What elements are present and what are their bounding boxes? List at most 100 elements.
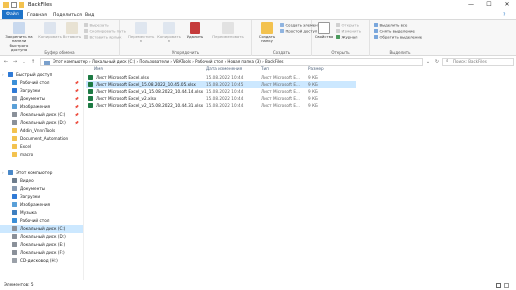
sidebar-item[interactable]: Локальный диск (C:) 📌	[12, 111, 82, 119]
sidebar-item[interactable]: Локальный диск (C:)	[0, 225, 83, 233]
open-group: Свойства Открыть Изменить Журнал Открыть	[312, 20, 370, 56]
pin-icon[interactable]: 📌	[75, 119, 79, 127]
sidebar-item[interactable]: CD-дисковод (H:)	[12, 257, 82, 265]
edit-button[interactable]: Изменить	[336, 29, 361, 34]
minimize-button[interactable]: —	[462, 0, 480, 10]
recent-locations-icon[interactable]: ⌄	[20, 58, 28, 66]
tab-file[interactable]: Файл	[2, 10, 23, 19]
sidebar-item[interactable]: Загрузки	[12, 193, 82, 201]
sidebar-item[interactable]: Локальный диск (D:)	[12, 233, 82, 241]
paste-button[interactable]: Вставить	[62, 22, 82, 39]
sidebar-item[interactable]: macro	[12, 151, 82, 159]
expand-chevron-icon[interactable]: ›	[2, 71, 4, 79]
create-group: Создать папку Создать элемент Простой до…	[252, 20, 320, 56]
select-none-button[interactable]: Снять выделение	[374, 29, 415, 34]
rename-button[interactable]: Переименовать	[208, 22, 248, 39]
pin-icon[interactable]: 📌	[75, 103, 79, 111]
back-arrow-icon[interactable]: ←	[2, 58, 10, 66]
column-header-size[interactable]: Размер	[308, 66, 324, 71]
cut-button[interactable]: Вырезать	[84, 23, 109, 28]
column-header-type[interactable]: Тип	[261, 66, 269, 71]
sidebar-item[interactable]: Этот компьютер ›	[2, 169, 82, 177]
pin-icon[interactable]: 📌	[75, 95, 79, 103]
file-row[interactable]: Лист Microsoft Excel.xlsx 15.08.2022 10:4…	[86, 74, 356, 81]
folder-icon	[12, 136, 17, 141]
copy-label: Копировать	[38, 34, 62, 39]
scissors-icon	[84, 23, 88, 27]
status-item-count: Элементов: 5	[4, 282, 34, 287]
sidebar-item-label: Локальный диск (F:)	[20, 250, 65, 255]
delete-button[interactable]: Удалить	[184, 22, 206, 39]
file-list: Имя Дата изменения Тип Размер Лист Micro…	[86, 62, 516, 280]
copy-button[interactable]: Копировать	[38, 22, 62, 39]
move-to-button[interactable]: Переместить в	[128, 22, 154, 44]
close-button[interactable]: ✕	[498, 0, 516, 10]
sidebar-item[interactable]: Addin_VnnnTools	[12, 127, 82, 135]
paste-shortcut-icon	[84, 35, 88, 39]
history-icon	[336, 35, 340, 39]
sidebar-item[interactable]: Локальный диск (E:)	[12, 241, 82, 249]
forward-arrow-icon[interactable]: →	[11, 58, 19, 66]
file-row[interactable]: Лист Microsoft Excel_v2_15.08.2022_10.44…	[86, 102, 356, 109]
file-row[interactable]: Лист Microsoft Excel_15.08.2022_10.45.05…	[86, 81, 356, 88]
sidebar-item[interactable]: Документы 📌	[12, 95, 82, 103]
sidebar-item[interactable]: Рабочий стол 📌	[12, 79, 82, 87]
folder-icon	[12, 152, 17, 157]
details-view-icon[interactable]	[496, 282, 501, 288]
copy-to-button[interactable]: Копировать в	[156, 22, 182, 44]
column-header-date[interactable]: Дата изменения	[206, 66, 242, 71]
drive-icon	[12, 112, 17, 117]
new-folder-button[interactable]: Создать папку	[256, 22, 278, 44]
select-all-button[interactable]: Выделить все	[374, 23, 407, 28]
up-arrow-icon[interactable]: ↑	[29, 58, 37, 66]
sidebar-item[interactable]: Document_Automation	[12, 135, 82, 143]
file-size: 9 КБ	[308, 103, 318, 108]
sidebar-item-label: Загрузки	[20, 88, 41, 93]
sidebar-item[interactable]: Видео	[12, 177, 82, 185]
pictures-icon	[12, 202, 17, 207]
pin-icon[interactable]: 📌	[75, 111, 79, 119]
new-folder-icon[interactable]	[19, 1, 24, 8]
history-button[interactable]: Журнал	[336, 35, 357, 40]
select-none-label: Снять выделение	[379, 28, 415, 34]
file-date: 15.08.2022 10:44	[206, 103, 244, 108]
expand-chevron-icon[interactable]: ›	[2, 169, 4, 177]
sidebar-item[interactable]: Рабочий стол	[12, 217, 82, 225]
pin-quick-access-button[interactable]: Закрепить на панели быстрого доступа	[2, 22, 36, 53]
sidebar-item[interactable]: Локальный диск (D:) 📌	[12, 119, 82, 127]
folder-icon	[3, 1, 9, 8]
help-icon[interactable]: ?	[500, 12, 508, 19]
computer-icon	[8, 170, 13, 175]
paste-icon	[66, 22, 78, 34]
sidebar-item[interactable]: Документы	[12, 185, 82, 193]
sidebar-item[interactable]: Excel	[12, 143, 82, 151]
pin-icon[interactable]: 📌	[75, 87, 79, 95]
sidebar-item[interactable]: Изображения 📌	[12, 103, 82, 111]
sidebar-item[interactable]: Быстрый доступ ›	[2, 71, 82, 79]
properties-button[interactable]: Свойства	[314, 22, 334, 39]
sidebar-item-label: Рабочий стол	[20, 218, 50, 223]
video-icon	[12, 178, 17, 183]
sidebar-item[interactable]: Изображения	[12, 201, 82, 209]
file-row[interactable]: Лист Microsoft Excel_v2.xlsx 15.08.2022 1…	[86, 95, 356, 102]
excel-file-icon	[88, 82, 93, 87]
column-header-name[interactable]: Имя	[94, 66, 103, 71]
file-date: 15.08.2022 10:44	[206, 96, 244, 101]
file-type: Лист Microsoft E...	[261, 82, 300, 87]
pin-icon[interactable]: 📌	[75, 79, 79, 87]
tab-view[interactable]: Вид	[82, 12, 97, 19]
tab-share[interactable]: Поделиться	[50, 12, 85, 19]
invert-selection-icon	[374, 35, 378, 39]
file-row[interactable]: Лист Microsoft Excel_v1_15.08.2022_10.44…	[86, 88, 356, 95]
sidebar-item[interactable]: Загрузки 📌	[12, 87, 82, 95]
invert-selection-button[interactable]: Обратить выделение	[374, 35, 422, 40]
large-icons-view-icon[interactable]	[504, 282, 509, 288]
sidebar-item[interactable]: Музыка	[12, 209, 82, 217]
sidebar-item-label: Локальный диск (D:)	[20, 120, 66, 125]
properties-icon[interactable]	[11, 1, 17, 8]
sidebar-item[interactable]: Локальный диск (F:)	[12, 249, 82, 257]
paste-shortcut-button[interactable]: Вставить ярлык	[84, 35, 122, 40]
maximize-button[interactable]: ☐	[480, 0, 498, 10]
tab-home[interactable]: Главная	[24, 12, 50, 19]
open-button[interactable]: Открыть	[336, 23, 359, 28]
